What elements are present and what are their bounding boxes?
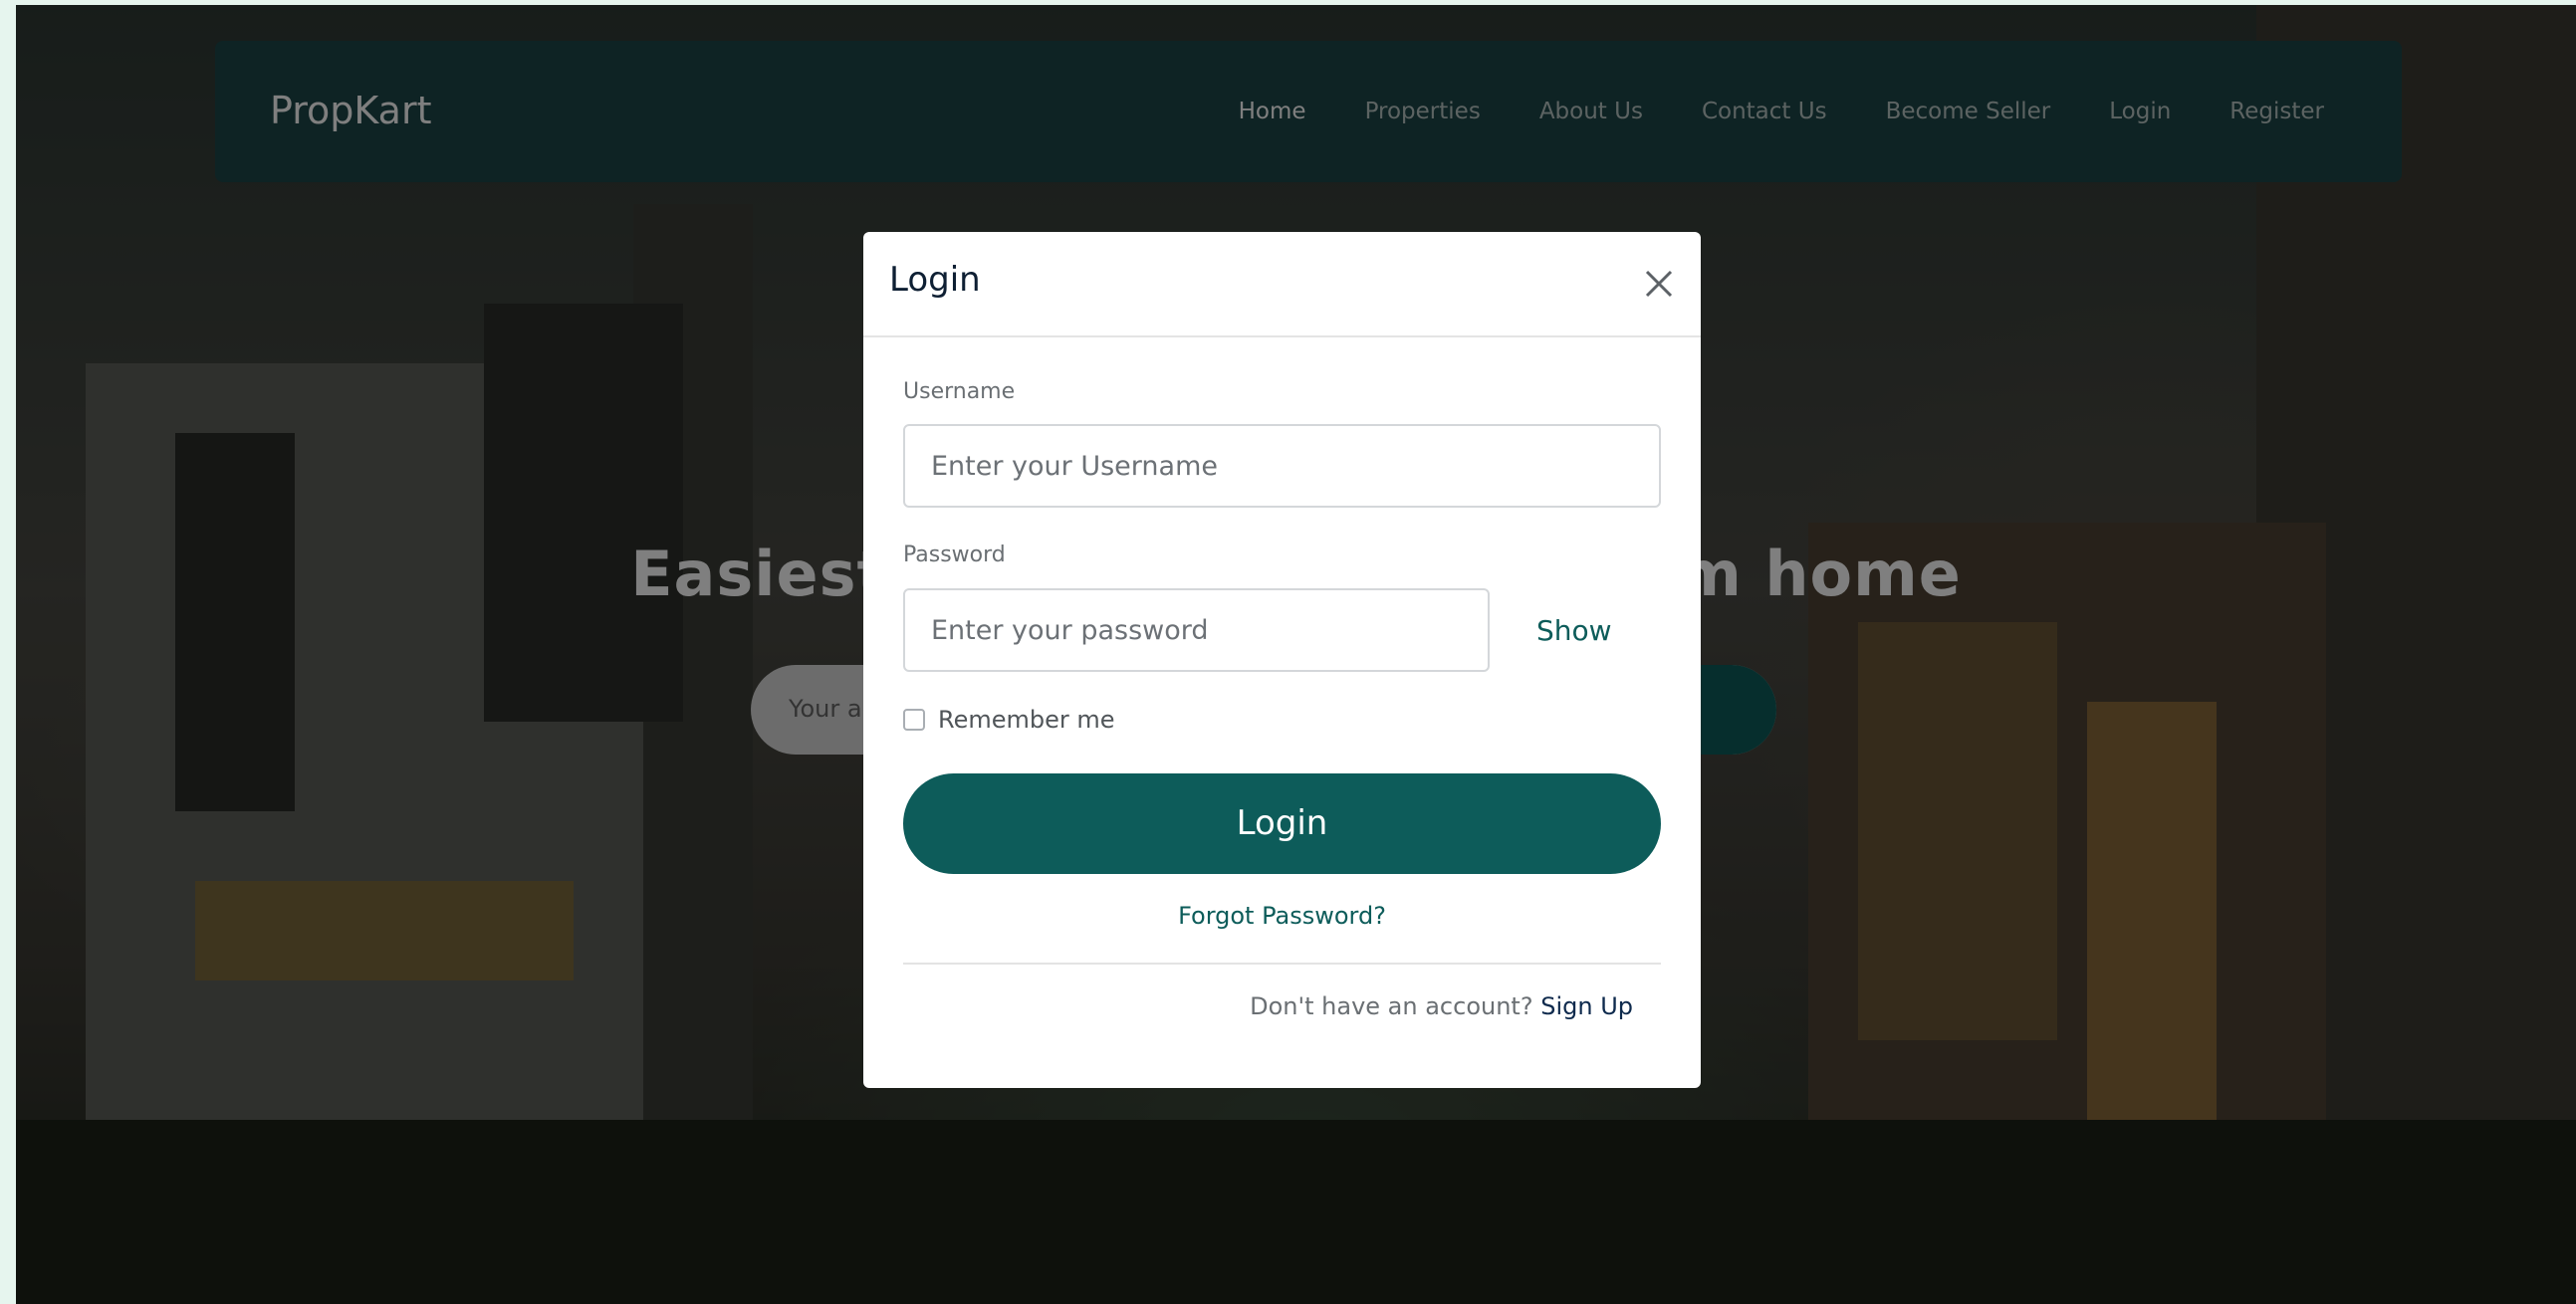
forgot-password-link[interactable]: Forgot Password? [863, 902, 1701, 930]
password-input[interactable] [903, 588, 1490, 672]
remember-me-checkbox[interactable] [903, 709, 925, 731]
password-label: Password [903, 543, 1006, 567]
signup-link[interactable]: Sign Up [1540, 992, 1633, 1020]
username-input[interactable] [903, 424, 1661, 508]
show-password-button[interactable]: Show [1536, 614, 1612, 647]
signup-prompt: Don't have an account? [1250, 992, 1533, 1020]
close-button[interactable] [1639, 264, 1679, 304]
username-label: Username [903, 379, 1016, 404]
login-button[interactable]: Login [903, 773, 1661, 874]
close-icon [1645, 270, 1673, 298]
modal-title: Login [889, 260, 981, 300]
signup-row: Don't have an account? Sign Up [1250, 992, 1633, 1020]
remember-me-label[interactable]: Remember me [938, 706, 1115, 734]
divider [903, 963, 1661, 965]
login-modal: Login Username Password Show Remember me… [863, 232, 1701, 1088]
modal-header: Login [863, 232, 1701, 337]
